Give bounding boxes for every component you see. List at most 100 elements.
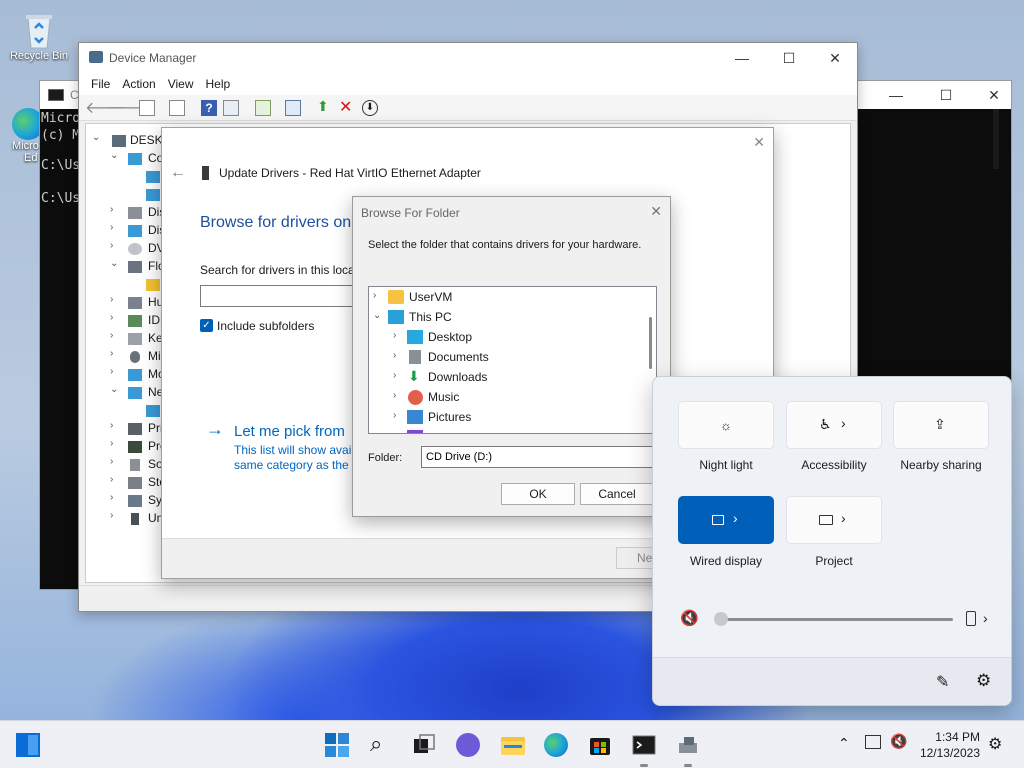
chevron-right-icon[interactable]: › [393,330,396,341]
chevron-right-icon[interactable]: › [110,294,120,305]
folder-item-this-pc[interactable]: ⌄ This PC [369,307,645,327]
volume-muted-icon[interactable]: 🔇 [890,733,907,750]
task-view-icon[interactable] [412,733,436,757]
browse-for-folder-dialog[interactable]: Browse For Folder ✕ Select the folder th… [352,196,671,517]
chevron-right-icon[interactable]: › [110,366,120,377]
chevron-right-icon[interactable]: › [393,370,396,381]
chevron-right-icon[interactable]: › [110,492,120,503]
menu-action[interactable]: Action [116,73,161,95]
windows-start-icon[interactable] [325,733,349,757]
forward-arrow-icon[interactable]: 🡒 [107,97,150,117]
folder-item-videos[interactable] [369,427,645,433]
chevron-right-icon[interactable]: › [393,390,396,401]
recycle-bin-shortcut[interactable]: Recycle Bin [3,10,75,62]
scan-hardware-icon[interactable] [285,100,301,116]
cmd-close-icon[interactable]: ✕ [971,81,1017,109]
chevron-right-icon[interactable]: › [110,510,120,521]
cmd-scrollbar[interactable] [993,109,999,169]
uninstall-device-icon[interactable]: ✕ [339,97,355,116]
quick-settings-panel[interactable]: ☼ Night light ♿ › Accessibility ⇪ Nearby… [652,376,1012,706]
chevron-down-icon[interactable]: ⌄ [110,150,120,161]
chevron-right-icon[interactable]: › [110,330,120,341]
folder-item-desktop[interactable]: › Desktop [369,327,645,347]
chevron-right-icon[interactable]: › [393,410,396,421]
include-subfolders-checkbox[interactable]: ✓ [200,319,213,332]
edit-pencil-icon[interactable]: ✎ [936,672,949,692]
update-driver-icon[interactable] [255,100,271,116]
properties-view-icon[interactable] [139,100,155,116]
cmd-maximize-icon[interactable]: ☐ [923,81,969,109]
project-toggle[interactable]: › [786,496,882,544]
chevron-down-icon[interactable]: ⌄ [92,132,102,143]
chevron-right-icon[interactable]: › [110,240,120,251]
chat-icon[interactable] [456,733,480,757]
folder-item-pictures[interactable]: › Pictures [369,407,645,427]
chevron-down-icon[interactable]: ⌄ [373,310,381,321]
network-icon[interactable] [865,735,881,749]
night-light-toggle[interactable]: ☼ [678,401,774,449]
dm-titlebar[interactable]: Device Manager — ☐ ✕ [79,43,857,73]
help-icon[interactable]: ? [201,100,217,116]
folder-input[interactable] [421,446,661,468]
edge-icon[interactable] [544,733,568,757]
chevron-down-icon[interactable]: ⌄ [110,258,120,269]
system-clock[interactable]: 1:34 PM 12/13/2023 [920,729,980,761]
chevron-right-icon[interactable]: › [983,610,988,626]
chevron-right-icon[interactable]: › [841,415,846,431]
volume-slider[interactable] [717,618,953,621]
chevron-right-icon[interactable]: › [110,420,120,431]
terminal-icon[interactable] [632,733,656,757]
folder-tree-scrollbar[interactable] [649,317,652,369]
chevron-up-icon[interactable]: ⌃ [838,735,850,752]
device-manager-icon[interactable] [676,733,700,757]
store-icon[interactable] [588,733,612,757]
volume-slider-thumb[interactable] [714,612,728,626]
chevron-right-icon[interactable]: › [110,312,120,323]
accessibility-toggle[interactable]: ♿ › [786,401,882,449]
view-list-icon[interactable] [169,100,185,116]
enable-device-icon[interactable]: ⬆ [317,98,333,114]
close-icon[interactable]: ✕ [753,134,765,151]
menu-help[interactable]: Help [200,73,237,95]
chevron-down-icon[interactable]: ⌄ [110,384,120,395]
search-icon[interactable]: ⌕ [370,733,394,757]
chevron-right-icon[interactable]: › [110,204,120,215]
chevron-right-icon[interactable]: › [110,222,120,233]
file-explorer-icon[interactable] [500,733,525,757]
dm-minimize-icon[interactable]: — [719,44,765,72]
ok-button[interactable]: OK [501,483,575,505]
folder-tree[interactable]: › UserVM ⌄ This PC › Desktop › Documents… [368,286,657,434]
folder-item-music[interactable]: › Music [369,387,645,407]
back-arrow-icon[interactable]: ← [170,164,186,182]
pick-driver-link[interactable]: Let me pick from [234,423,345,440]
menu-file[interactable]: File [85,73,116,95]
widgets-icon[interactable] [16,733,40,757]
nearby-sharing-toggle[interactable]: ⇪ [893,401,989,449]
volume-muted-icon[interactable]: 🔇 [680,609,699,627]
dm-maximize-icon[interactable]: ☐ [766,44,812,72]
bff-titlebar[interactable]: Browse For Folder ✕ [353,197,670,227]
chevron-right-icon[interactable]: › [733,510,738,526]
close-icon[interactable]: ✕ [650,203,662,220]
chevron-right-icon[interactable]: › [841,510,846,526]
folder-item-documents[interactable]: › Documents [369,347,645,367]
cancel-button[interactable]: Cancel [580,483,654,505]
chevron-right-icon[interactable]: › [393,350,396,361]
folder-item-uservm[interactable]: › UserVM [369,287,645,307]
dm-close-icon[interactable]: ✕ [812,44,858,72]
chevron-right-icon[interactable]: › [110,438,120,449]
chevron-right-icon[interactable]: › [110,348,120,359]
properties-icon[interactable] [223,100,239,116]
search-location-input[interactable] [200,285,360,307]
menu-view[interactable]: View [162,73,200,95]
chevron-right-icon[interactable]: › [110,474,120,485]
chevron-right-icon[interactable]: › [373,290,376,301]
wired-display-toggle[interactable]: › [678,496,774,544]
chevron-right-icon[interactable]: › [110,456,120,467]
notification-icon[interactable]: ⚙ [988,734,1002,754]
audio-output-icon[interactable] [966,611,976,626]
disable-device-icon[interactable]: ⬇ [362,100,378,116]
settings-gear-icon[interactable]: ⚙ [976,671,991,691]
back-arrow-icon[interactable]: 🡐 [85,97,128,117]
folder-item-downloads[interactable]: › ⬇ Downloads [369,367,645,387]
